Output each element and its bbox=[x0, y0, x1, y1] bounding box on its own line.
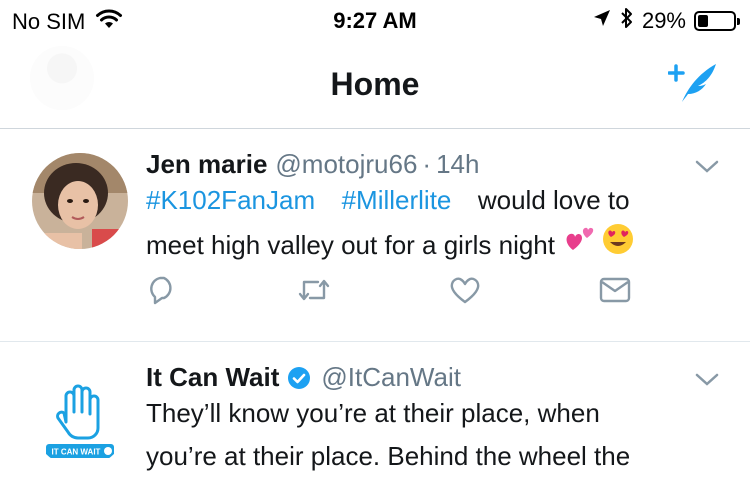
tweet-header: Jen marie @motojru66 · 14h bbox=[146, 149, 479, 180]
verified-badge-icon bbox=[287, 366, 311, 390]
avatar-logo-text: IT CAN WAIT bbox=[52, 448, 101, 457]
chevron-down-icon[interactable] bbox=[694, 159, 720, 180]
compose-tweet-button[interactable] bbox=[667, 58, 724, 108]
location-arrow-icon bbox=[592, 8, 612, 34]
direct-message-icon[interactable] bbox=[598, 274, 632, 311]
tweet-text-segment: meet high valley out for a girls night bbox=[146, 230, 555, 260]
battery-percent: 29% bbox=[641, 8, 686, 33]
tweet-text-line: you’re at their place. Behind the wheel … bbox=[146, 441, 631, 471]
nav-bar: Home bbox=[0, 40, 750, 129]
tweet-author-name[interactable]: Jen marie bbox=[146, 149, 267, 180]
bluetooth-icon bbox=[620, 7, 634, 35]
hashtag-link[interactable]: #Millerlite bbox=[342, 185, 452, 215]
reply-icon[interactable] bbox=[146, 274, 178, 311]
tweet-author-name[interactable]: It Can Wait bbox=[146, 362, 279, 393]
battery-icon bbox=[694, 11, 740, 31]
it-can-wait-logo: IT CAN WAIT bbox=[46, 384, 114, 458]
page-title: Home bbox=[330, 66, 420, 102]
status-right-group: 29% bbox=[592, 7, 740, 35]
two-hearts-emoji bbox=[563, 222, 597, 269]
tweet-text-line: #K102FanJam #Millerlite would love to bbox=[146, 179, 716, 222]
tweet-text-segment: would love to bbox=[477, 185, 630, 215]
hashtag-link[interactable]: #K102FanJam bbox=[146, 185, 315, 215]
tweet-item[interactable]: IT CAN WAIT It Can Wait @ItCanWait They’… bbox=[0, 342, 750, 471]
battery-level-fill bbox=[698, 15, 708, 27]
tweet-text: They’ll know you’re at their place, when… bbox=[146, 392, 716, 478]
tweet-actions bbox=[146, 274, 636, 310]
tweet-timestamp: 14h bbox=[436, 149, 480, 179]
tweet-header: It Can Wait @ItCanWait bbox=[146, 362, 461, 393]
like-icon[interactable] bbox=[448, 274, 482, 311]
retweet-icon[interactable] bbox=[296, 274, 332, 311]
tweet-author-handle[interactable]: @ItCanWait bbox=[321, 362, 461, 393]
status-bar: No SIM 9:27 AM 29% bbox=[0, 0, 750, 40]
avatar[interactable] bbox=[32, 153, 128, 249]
user-avatar-image bbox=[32, 153, 128, 249]
tweet-separator: · bbox=[422, 149, 432, 179]
tweet-item[interactable]: Jen marie @motojru66 · 14h #K102FanJam #… bbox=[0, 129, 750, 342]
avatar[interactable]: IT CAN WAIT bbox=[32, 372, 128, 468]
tweet-text-line: meet high valley out for a girls night bbox=[146, 222, 716, 269]
chevron-down-icon[interactable] bbox=[694, 372, 720, 393]
heart-eyes-emoji bbox=[601, 222, 635, 269]
tweet-text: #K102FanJam #Millerlite would love to me… bbox=[146, 179, 716, 269]
tweet-author-handle[interactable]: @motojru66 bbox=[275, 149, 417, 180]
compose-tweet-icon bbox=[667, 64, 716, 102]
tweet-text-line: They’ll know you’re at their place, when bbox=[146, 398, 600, 428]
